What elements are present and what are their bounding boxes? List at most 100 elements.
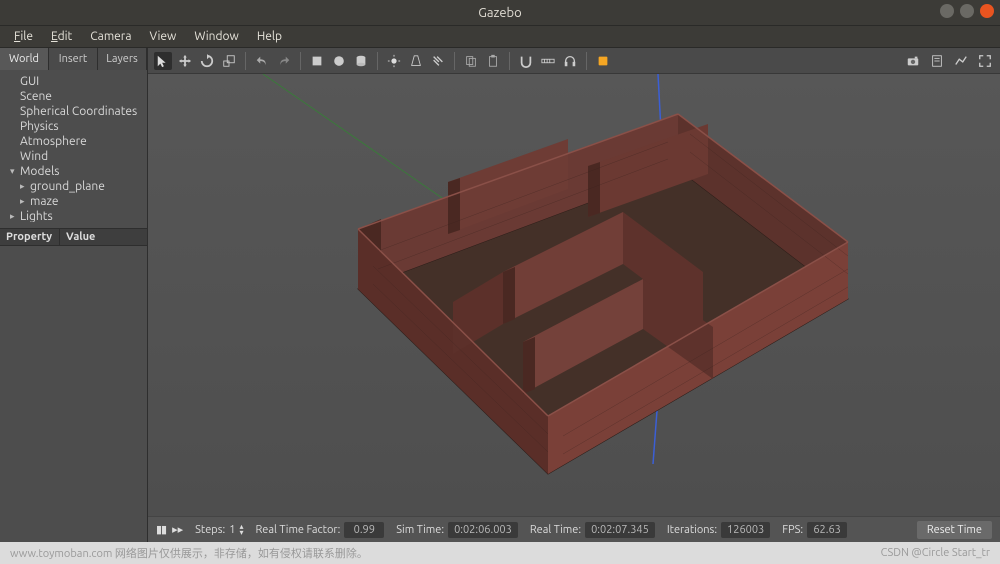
fullscreen-icon[interactable] — [976, 52, 994, 70]
toolbar — [148, 48, 1000, 74]
toolbar-right — [904, 52, 994, 70]
sim-time-field: Sim Time: 0:02:06.003 — [396, 522, 518, 538]
steps-value: 1 — [229, 524, 235, 536]
reset-time-button[interactable]: Reset Time — [917, 521, 992, 539]
tree-item-gui[interactable]: GUI — [2, 74, 145, 89]
minimize-icon[interactable] — [940, 4, 954, 18]
footer-watermark: www.toymoban.com 网络图片仅供展示，非存储，如有侵权请联系删除。… — [0, 542, 1000, 564]
rtf-label: Real Time Factor: — [255, 524, 340, 536]
main-area: World Insert Layers GUI Scene Spherical … — [0, 48, 1000, 542]
caret-down-icon: ▾ — [10, 166, 18, 177]
iterations-value: 126003 — [721, 522, 770, 538]
property-header: Property Value — [0, 228, 147, 246]
rotate-icon[interactable] — [198, 52, 216, 70]
separator — [245, 52, 246, 70]
tree-item-physics[interactable]: Physics — [2, 119, 145, 134]
tree-item-spherical[interactable]: Spherical Coordinates — [2, 104, 145, 119]
pointer-icon[interactable] — [154, 52, 172, 70]
menu-file[interactable]: File — [6, 28, 41, 45]
menubar: File Edit Camera View Window Help — [0, 26, 1000, 48]
sim-time-label: Sim Time: — [396, 524, 444, 536]
real-time-value: 0:02:07.345 — [585, 522, 655, 538]
box-primitive-icon[interactable] — [308, 52, 326, 70]
undo-icon[interactable] — [253, 52, 271, 70]
menu-edit[interactable]: Edit — [43, 28, 80, 45]
menu-window[interactable]: Window — [186, 28, 246, 45]
separator — [509, 52, 510, 70]
steps-field: Steps: 1 ▴▾ — [195, 524, 243, 536]
menu-help[interactable]: Help — [249, 28, 290, 45]
close-icon[interactable] — [980, 4, 994, 18]
fps-label: FPS: — [782, 524, 803, 536]
translate-icon[interactable] — [176, 52, 194, 70]
cylinder-primitive-icon[interactable] — [352, 52, 370, 70]
tree-label: Scene — [20, 90, 52, 103]
spot-light-icon[interactable] — [407, 52, 425, 70]
tree-label: Atmosphere — [20, 135, 87, 148]
redo-icon[interactable] — [275, 52, 293, 70]
fps-value: 62.63 — [807, 522, 847, 538]
window-title: Gazebo — [478, 6, 522, 20]
steps-label: Steps: — [195, 524, 225, 536]
tree-item-ground-plane[interactable]: ▸ground_plane — [2, 179, 145, 194]
headphones-icon[interactable] — [561, 52, 579, 70]
pause-icon[interactable]: ▮▮ — [156, 523, 166, 536]
point-light-icon[interactable] — [385, 52, 403, 70]
tree-label: Wind — [20, 150, 48, 163]
real-time-field: Real Time: 0:02:07.345 — [530, 522, 655, 538]
directional-light-icon[interactable] — [429, 52, 447, 70]
property-col-property: Property — [0, 229, 60, 245]
left-panel: World Insert Layers GUI Scene Spherical … — [0, 48, 148, 542]
caret-right-icon: ▸ — [20, 196, 28, 207]
sim-time-value: 0:02:06.003 — [448, 522, 518, 538]
tree-label: ground_plane — [30, 180, 105, 193]
tree-item-scene[interactable]: Scene — [2, 89, 145, 104]
window-titlebar: Gazebo — [0, 0, 1000, 26]
tree-item-wind[interactable]: Wind — [2, 149, 145, 164]
step-forward-icon[interactable]: ▸▸ — [172, 523, 183, 536]
sphere-primitive-icon[interactable] — [330, 52, 348, 70]
snap-icon[interactable] — [517, 52, 535, 70]
fps-field: FPS: 62.63 — [782, 522, 847, 538]
caret-right-icon: ▸ — [10, 211, 18, 222]
paste-icon[interactable] — [484, 52, 502, 70]
menu-camera[interactable]: Camera — [82, 28, 139, 45]
tab-insert[interactable]: Insert — [49, 48, 98, 70]
scale-icon[interactable] — [220, 52, 238, 70]
tab-layers[interactable]: Layers — [98, 48, 147, 70]
maximize-icon[interactable] — [960, 4, 974, 18]
tree-item-models[interactable]: ▾Models — [2, 164, 145, 179]
camera-icon[interactable] — [904, 52, 922, 70]
tree-item-maze[interactable]: ▸maze — [2, 194, 145, 209]
separator — [454, 52, 455, 70]
iterations-field: Iterations: 126003 — [667, 522, 770, 538]
measure-icon[interactable] — [539, 52, 557, 70]
play-controls: ▮▮ ▸▸ — [156, 523, 183, 536]
tree-label: maze — [30, 195, 59, 208]
tree-item-atmosphere[interactable]: Atmosphere — [2, 134, 145, 149]
steps-stepper-icon[interactable]: ▴▾ — [239, 524, 243, 536]
world-tree[interactable]: GUI Scene Spherical Coordinates Physics … — [0, 70, 147, 222]
footer-left: www.toymoban.com 网络图片仅供展示，非存储，如有侵权请联系删除。 — [10, 545, 368, 561]
scene-render — [148, 74, 1000, 516]
separator — [377, 52, 378, 70]
menu-view[interactable]: View — [142, 28, 185, 45]
caret-right-icon: ▸ — [20, 181, 28, 192]
tab-world[interactable]: World — [0, 48, 49, 70]
tree-label: Lights — [20, 210, 53, 222]
log-icon[interactable] — [928, 52, 946, 70]
rtf-value: 0.99 — [344, 522, 384, 538]
left-tabs: World Insert Layers — [0, 48, 147, 70]
tree-label: Models — [20, 165, 59, 178]
3d-viewport[interactable] — [148, 74, 1000, 516]
tree-label: GUI — [20, 75, 39, 88]
statusbar: ▮▮ ▸▸ Steps: 1 ▴▾ Real Time Factor: 0.99… — [148, 516, 1000, 542]
property-col-value: Value — [60, 229, 101, 245]
real-time-label: Real Time: — [530, 524, 581, 536]
tree-item-lights[interactable]: ▸Lights — [2, 209, 145, 222]
tree-label: Spherical Coordinates — [20, 105, 137, 118]
window-controls — [940, 4, 994, 18]
record-icon[interactable] — [594, 52, 612, 70]
plot-icon[interactable] — [952, 52, 970, 70]
copy-icon[interactable] — [462, 52, 480, 70]
